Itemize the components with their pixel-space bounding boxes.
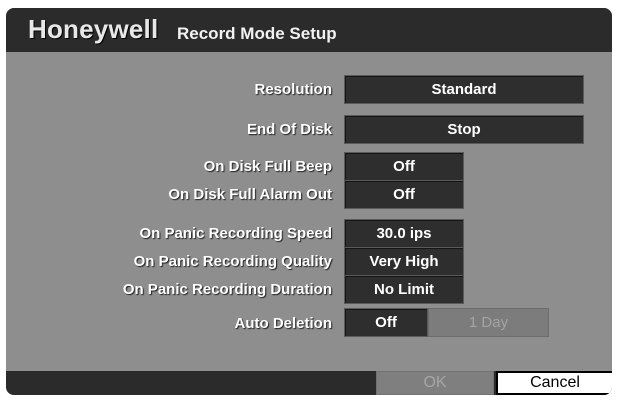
- panic-quality-select[interactable]: Very High: [344, 247, 464, 276]
- ok-button[interactable]: OK: [376, 371, 494, 395]
- cancel-button[interactable]: Cancel: [496, 371, 612, 395]
- resolution-label: Resolution: [254, 81, 333, 98]
- panic-speed-select[interactable]: 30.0 ips: [344, 219, 464, 248]
- disk-full-beep-label: On Disk Full Beep: [203, 158, 332, 175]
- record-mode-setup-dialog: Honeywell Record Mode Setup Resolution S…: [6, 8, 612, 395]
- auto-deletion-select[interactable]: Off: [344, 308, 428, 337]
- auto-deletion-period-select: 1 Day: [428, 308, 549, 337]
- disk-full-beep-select[interactable]: Off: [344, 152, 464, 181]
- end-of-disk-label: End Of Disk: [246, 121, 332, 138]
- title-bar: Honeywell Record Mode Setup: [6, 8, 612, 52]
- brand-logo: Honeywell: [28, 14, 159, 44]
- disk-full-alarm-label: On Disk Full Alarm Out: [168, 186, 332, 203]
- end-of-disk-select[interactable]: Stop: [344, 115, 584, 144]
- panic-quality-label: On Panic Recording Quality: [133, 253, 332, 270]
- panic-duration-select[interactable]: No Limit: [344, 275, 464, 304]
- auto-deletion-label: Auto Deletion: [234, 315, 333, 332]
- panic-speed-label: On Panic Recording Speed: [139, 225, 332, 242]
- disk-full-alarm-select[interactable]: Off: [344, 180, 464, 209]
- panic-duration-label: On Panic Recording Duration: [122, 281, 332, 298]
- resolution-select[interactable]: Standard: [344, 75, 584, 104]
- dialog-title: Record Mode Setup: [177, 24, 337, 43]
